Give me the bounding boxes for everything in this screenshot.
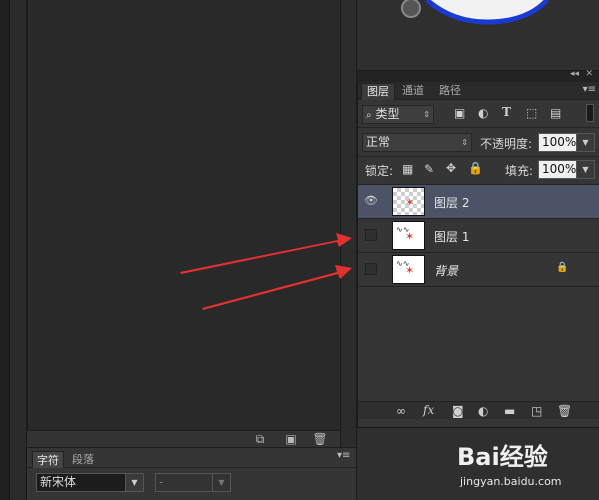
left-edge-panel — [0, 0, 10, 500]
upper-panel — [357, 0, 599, 70]
layer-thumbnail: ✶ — [392, 187, 425, 216]
divider — [358, 156, 599, 157]
star-icon: ✶ — [405, 264, 415, 277]
chevron-down-icon[interactable]: ▼ — [576, 134, 594, 151]
opacity-value: 100% — [542, 135, 577, 149]
collapse-icon[interactable]: ◂◂ — [570, 69, 579, 79]
divider — [358, 127, 599, 128]
layer-name[interactable]: 背景 — [434, 262, 458, 279]
watermark-url: jingyan.baidu.com — [460, 475, 562, 488]
eye-icon[interactable]: 👁 — [364, 195, 379, 207]
panel-footer-toolbar: ⧉ ▣ 🗑 — [27, 430, 340, 447]
trash-icon[interactable]: 🗑 — [557, 404, 572, 418]
mask-icon[interactable]: ◙ — [452, 404, 464, 418]
font-family-value: 新宋体 — [40, 475, 77, 489]
visibility-toggle[interactable] — [365, 263, 377, 275]
panel-scrollbar[interactable] — [340, 0, 357, 500]
layer-name[interactable]: 图层 1 — [434, 228, 469, 245]
layers-footer-toolbar: ∞ fx ◙ ◐ ▬ ◳ 🗑 — [358, 401, 599, 419]
adjustment-filter-icon[interactable]: ◐ — [478, 106, 488, 120]
font-style-value: - — [159, 475, 164, 489]
blend-mode-value: 正常 — [366, 135, 391, 149]
fill-value: 100% — [542, 162, 577, 176]
pixel-filter-icon[interactable]: ▣ — [454, 106, 465, 120]
canvas-workspace — [27, 0, 340, 430]
watermark-logo: Bai经验 — [457, 443, 548, 471]
search-icon: ⌕ — [366, 110, 372, 121]
font-family-select[interactable]: 新宋体 ▼ — [36, 473, 144, 492]
link-icon[interactable]: ∞ — [396, 404, 406, 418]
fx-icon[interactable]: fx — [423, 403, 434, 417]
panel-menu-icon[interactable]: ▾≡ — [583, 84, 596, 95]
opacity-label: 不透明度: — [480, 137, 533, 151]
layer-row[interactable]: ∿∿ ✶ 背景 🔒 — [358, 253, 599, 287]
opacity-field[interactable]: 100% ▼ — [538, 133, 595, 152]
shape-preview — [425, 0, 549, 25]
trash-icon[interactable]: 🗑 — [312, 432, 328, 446]
panel-collapse-bar[interactable]: ◂◂ ✕ — [357, 69, 599, 82]
chevron-down-icon: ▼ — [125, 474, 143, 491]
character-tabbar: 字符 段落 ▾≡ — [27, 448, 356, 468]
adjustment-icon[interactable]: ◐ — [478, 404, 488, 418]
layer-row[interactable]: 👁 ✶ 图层 2 — [358, 185, 599, 219]
chevron-down-icon[interactable]: ▼ — [576, 161, 594, 178]
tab-paths[interactable]: 路径 — [434, 83, 466, 100]
star-icon: ✶ — [405, 230, 415, 243]
type-filter-icon[interactable]: T — [502, 105, 511, 119]
blend-mode-select[interactable]: 正常 ⇕ — [362, 133, 472, 152]
star-icon: ✶ — [405, 196, 415, 209]
tab-character[interactable]: 字符 — [32, 451, 64, 468]
lock-transparent-icon[interactable]: ▦ — [402, 162, 413, 176]
layer-filter-select[interactable]: ⌕ 类型 ⇕ — [362, 105, 434, 124]
updown-icon: ⇕ — [423, 110, 430, 119]
tab-paragraph[interactable]: 段落 — [68, 451, 98, 468]
lock-icon[interactable]: 🔒 — [468, 161, 483, 175]
layers-panel: 图层 通道 路径 ▾≡ ⌕ 类型 ⇕ ▣ ◐ T ⬚ ▤ 正常 ⇕ 不透明度: … — [357, 82, 599, 427]
tab-channels[interactable]: 通道 — [397, 83, 429, 100]
new-item-icon[interactable]: ⧉ — [252, 432, 268, 446]
chevron-down-icon: ▼ — [212, 474, 230, 491]
layer-name[interactable]: 图层 2 — [434, 194, 469, 211]
fill-field[interactable]: 100% ▼ — [538, 160, 595, 179]
character-panel: 字符 段落 ▾≡ 新宋体 ▼ - ▼ — [27, 447, 356, 500]
updown-icon: ⇕ — [461, 138, 468, 147]
lock-label: 锁定: — [365, 164, 394, 178]
smart-object-filter-icon[interactable]: ▤ — [550, 106, 561, 120]
move-icon[interactable]: ✥ — [446, 161, 456, 175]
visibility-toggle[interactable] — [365, 229, 377, 241]
left-collapsed-panel — [10, 0, 27, 500]
camera-icon[interactable]: ▣ — [283, 432, 299, 446]
filter-toggle[interactable] — [586, 104, 594, 122]
fill-label: 填充: — [505, 164, 534, 178]
layer-filter-value: 类型 — [375, 107, 400, 121]
new-layer-icon[interactable]: ◳ — [531, 404, 542, 418]
layer-row[interactable]: ∿∿ ✶ 图层 1 — [358, 219, 599, 253]
shape-filter-icon[interactable]: ⬚ — [526, 106, 537, 120]
panel-menu-icon[interactable]: ▾≡ — [337, 450, 350, 461]
brush-icon[interactable]: ✎ — [424, 162, 434, 176]
font-style-select[interactable]: - ▼ — [155, 473, 231, 492]
layers-tabbar: 图层 通道 路径 ▾≡ — [358, 82, 599, 100]
close-icon[interactable]: ✕ — [585, 69, 593, 79]
lock-icon: 🔒 — [556, 262, 569, 273]
folder-icon[interactable]: ▬ — [504, 404, 515, 418]
layer-thumbnail: ∿∿ ✶ — [392, 221, 425, 250]
layer-thumbnail: ∿∿ ✶ — [392, 255, 425, 284]
tab-layers[interactable]: 图层 — [361, 83, 395, 100]
